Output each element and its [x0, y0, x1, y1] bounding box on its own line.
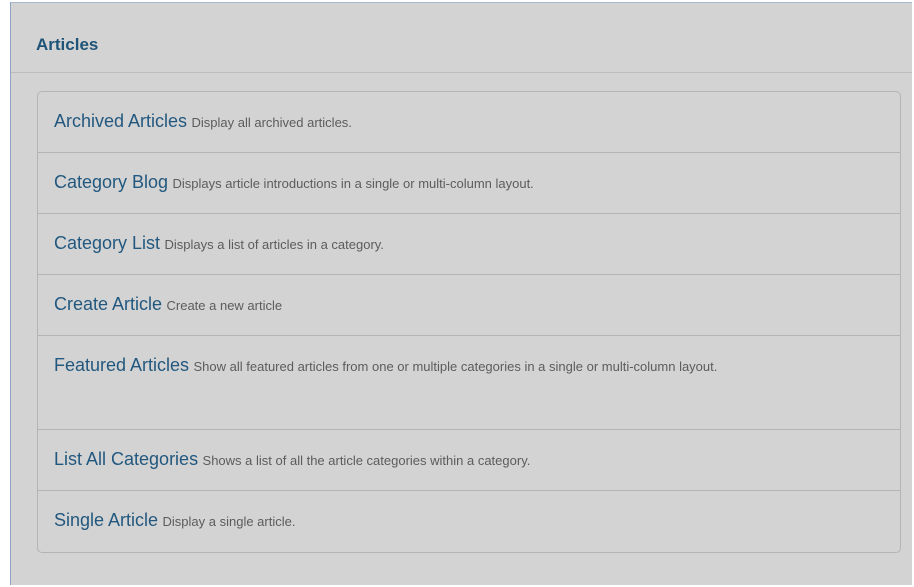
- item-description: Displays article introductions in a sing…: [172, 176, 534, 191]
- list-item-category-list[interactable]: Category List Displays a list of article…: [38, 214, 900, 275]
- item-title[interactable]: Featured Articles: [54, 355, 189, 375]
- item-description: Create a new article: [166, 298, 283, 313]
- list-item-single-article[interactable]: Single Article Display a single article.: [38, 491, 900, 552]
- item-description: Shows a list of all the article categori…: [202, 453, 531, 468]
- list-item-list-all-categories[interactable]: List All Categories Shows a list of all …: [38, 430, 900, 491]
- list-item-featured-articles[interactable]: Featured Articles Show all featured arti…: [38, 336, 900, 430]
- item-title[interactable]: Create Article: [54, 294, 162, 314]
- list-item-archived-articles[interactable]: Archived Articles Display all archived a…: [38, 92, 900, 153]
- item-description: Displays a list of articles in a categor…: [164, 237, 384, 252]
- item-title[interactable]: List All Categories: [54, 449, 198, 469]
- item-title[interactable]: Category Blog: [54, 172, 168, 192]
- item-title[interactable]: Category List: [54, 233, 160, 253]
- item-description: Show all featured articles from one or m…: [193, 359, 718, 374]
- item-title[interactable]: Archived Articles: [54, 111, 187, 131]
- articles-panel: Articles Archived Articles Display all a…: [10, 2, 912, 585]
- list-item-create-article[interactable]: Create Article Create a new article: [38, 275, 900, 336]
- list-item-category-blog[interactable]: Category Blog Displays article introduct…: [38, 153, 900, 214]
- item-title[interactable]: Single Article: [54, 510, 158, 530]
- item-description: Display a single article.: [162, 514, 296, 529]
- article-layout-list: Archived Articles Display all archived a…: [37, 91, 901, 553]
- item-description: Display all archived articles.: [191, 115, 352, 130]
- panel-title: Articles: [36, 35, 99, 54]
- panel-header: Articles: [11, 3, 912, 73]
